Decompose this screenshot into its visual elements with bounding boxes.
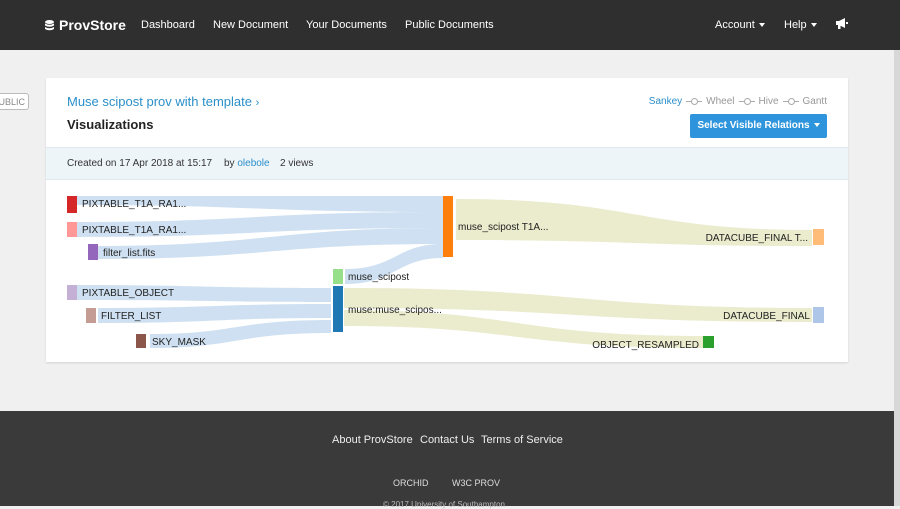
node-label-muse-muse-scipos: muse:muse_scipos... (348, 305, 442, 316)
node-label-filter-list: FILTER_LIST (101, 311, 161, 322)
node-pixtable-object[interactable] (67, 285, 77, 300)
sankey-diagram: PIXTABLE_T1A_RA1... PIXTABLE_T1A_RA1... … (67, 196, 824, 351)
sankey-links (72, 196, 812, 348)
footer-contact-link[interactable]: Contact Us (420, 434, 474, 446)
footer-about-link[interactable]: About ProvStore (332, 434, 413, 446)
help-label: Help (784, 19, 807, 31)
node-label-muse-scipost: muse_scipost (348, 272, 409, 283)
chevron-down-icon (810, 23, 817, 28)
nav-your-documents[interactable]: Your Documents (306, 0, 387, 50)
node-label-pixtable-object: PIXTABLE_OBJECT (82, 288, 174, 299)
node-label-sky-mask: SKY_MASK (152, 337, 206, 348)
node-muse-scipost-t1a[interactable] (443, 196, 453, 257)
node-datacube-final[interactable] (813, 307, 824, 323)
node-datacube-final-t[interactable] (813, 229, 824, 245)
brand-name: ProvStore (59, 17, 126, 33)
footer-orchid-link[interactable]: ORCHID (393, 478, 429, 488)
nav-account-dropdown[interactable]: Account (715, 0, 765, 50)
public-tag[interactable]: UBLIC (0, 93, 29, 110)
scrollbar-thumb[interactable] (894, 50, 900, 506)
footer-terms-link[interactable]: Terms of Service (481, 434, 563, 446)
node-label-object-resampled: OBJECT_RESAMPLED (592, 340, 699, 351)
node-label-pixtable-1: PIXTABLE_T1A_RA1... (82, 199, 186, 210)
node-muse-muse-scipos[interactable] (333, 286, 343, 332)
account-label: Account (715, 19, 755, 31)
node-label-pixtable-2: PIXTABLE_T1A_RA1... (82, 225, 186, 236)
database-icon (45, 19, 54, 30)
node-pixtable-2[interactable] (67, 222, 77, 237)
node-muse-scipost[interactable] (333, 269, 343, 284)
node-object-resampled[interactable] (703, 336, 714, 348)
nav-dashboard[interactable]: Dashboard (141, 0, 195, 50)
node-label-datacube-final-t: DATACUBE_FINAL T... (706, 233, 808, 244)
footer-w3c-prov-link[interactable]: W3C PROV (452, 478, 500, 488)
node-label-muse-scipost-t1a: muse_scipost T1A... (458, 222, 548, 233)
document-card: Muse scipost prov with template › Visual… (46, 78, 848, 362)
copyright-text: © 2017 University of Southampton (383, 500, 505, 509)
nav-public-documents[interactable]: Public Documents (405, 0, 494, 50)
nav-help-dropdown[interactable]: Help (784, 0, 817, 50)
top-navbar: ProvStore Dashboard New Document Your Do… (0, 0, 900, 50)
node-label-datacube-final: DATACUBE_FINAL (723, 311, 810, 322)
brand-link[interactable]: ProvStore (45, 0, 126, 50)
nav-new-document[interactable]: New Document (213, 0, 288, 50)
page-scrollbar[interactable] (894, 50, 900, 506)
footer: About ProvStore Contact Us Terms of Serv… (0, 411, 900, 509)
chevron-down-icon (758, 23, 765, 28)
node-filter-list[interactable] (86, 308, 96, 323)
node-sky-mask[interactable] (136, 334, 146, 348)
node-label-filter-list-fits: filter_list.fits (103, 248, 155, 259)
node-filter-list-fits[interactable] (88, 244, 98, 260)
bullhorn-icon[interactable] (835, 17, 848, 30)
node-pixtable-1[interactable] (67, 196, 77, 213)
